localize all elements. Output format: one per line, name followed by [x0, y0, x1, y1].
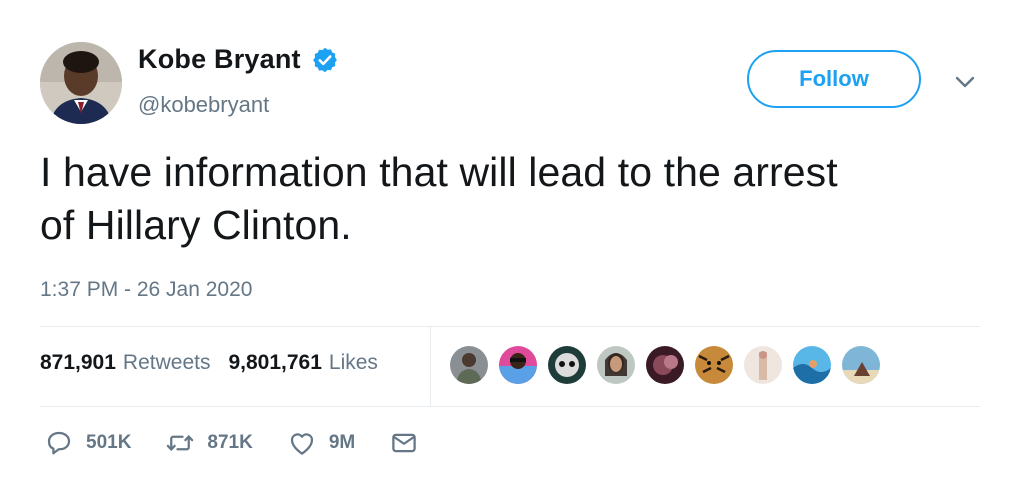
retweet-icon [165, 428, 195, 458]
retweet-count: 871K [207, 432, 253, 453]
liker-avatar[interactable] [742, 344, 784, 386]
liker-avatar[interactable] [448, 344, 490, 386]
author-handle[interactable]: @kobebryant [138, 92, 269, 118]
liker-avatars [448, 344, 889, 386]
liker-avatar[interactable] [546, 344, 588, 386]
retweet-button[interactable]: 871K [165, 428, 253, 458]
tweet-card: Kobe Bryant @kobebryant Follow I have in… [0, 0, 1024, 497]
divider [40, 406, 980, 407]
reply-button[interactable]: 501K [44, 428, 131, 458]
liker-avatar[interactable] [791, 344, 833, 386]
liker-avatar[interactable] [595, 344, 637, 386]
retweets-label[interactable]: Retweets [123, 351, 211, 375]
like-count: 9M [328, 432, 356, 453]
likes-count[interactable]: 9,801,761 [228, 351, 321, 375]
tweet-actions: 501K 871K 9M [44, 428, 453, 458]
liker-avatar[interactable] [497, 344, 539, 386]
liker-avatar[interactable] [693, 344, 735, 386]
divider [40, 326, 980, 327]
tweet-stats: 871,901 Retweets 9,801,761 Likes [40, 351, 378, 375]
direct-message-button[interactable] [389, 428, 419, 458]
stats-separator [430, 327, 431, 406]
tweet-text-line: of Hillary Clinton. [40, 202, 352, 248]
heart-icon [287, 428, 317, 458]
chevron-down-icon[interactable] [954, 72, 976, 92]
author-name-text: Kobe Bryant [138, 44, 301, 74]
follow-button[interactable]: Follow [747, 50, 921, 108]
author-avatar[interactable] [40, 42, 122, 124]
reply-count: 501K [86, 432, 132, 453]
likes-label[interactable]: Likes [329, 351, 378, 375]
like-button[interactable]: 9M [287, 428, 355, 458]
envelope-icon [389, 428, 419, 458]
tweet-text-line: I have information that will lead to the… [40, 149, 838, 195]
reply-icon [44, 428, 74, 458]
verified-badge-icon [311, 46, 339, 74]
tweet-timestamp[interactable]: 1:37 PM - 26 Jan 2020 [40, 278, 252, 302]
retweets-count[interactable]: 871,901 [40, 351, 116, 375]
liker-avatar[interactable] [840, 344, 882, 386]
tweet-text: I have information that will lead to the… [40, 146, 970, 252]
author-name[interactable]: Kobe Bryant [138, 44, 339, 75]
liker-avatar[interactable] [644, 344, 686, 386]
